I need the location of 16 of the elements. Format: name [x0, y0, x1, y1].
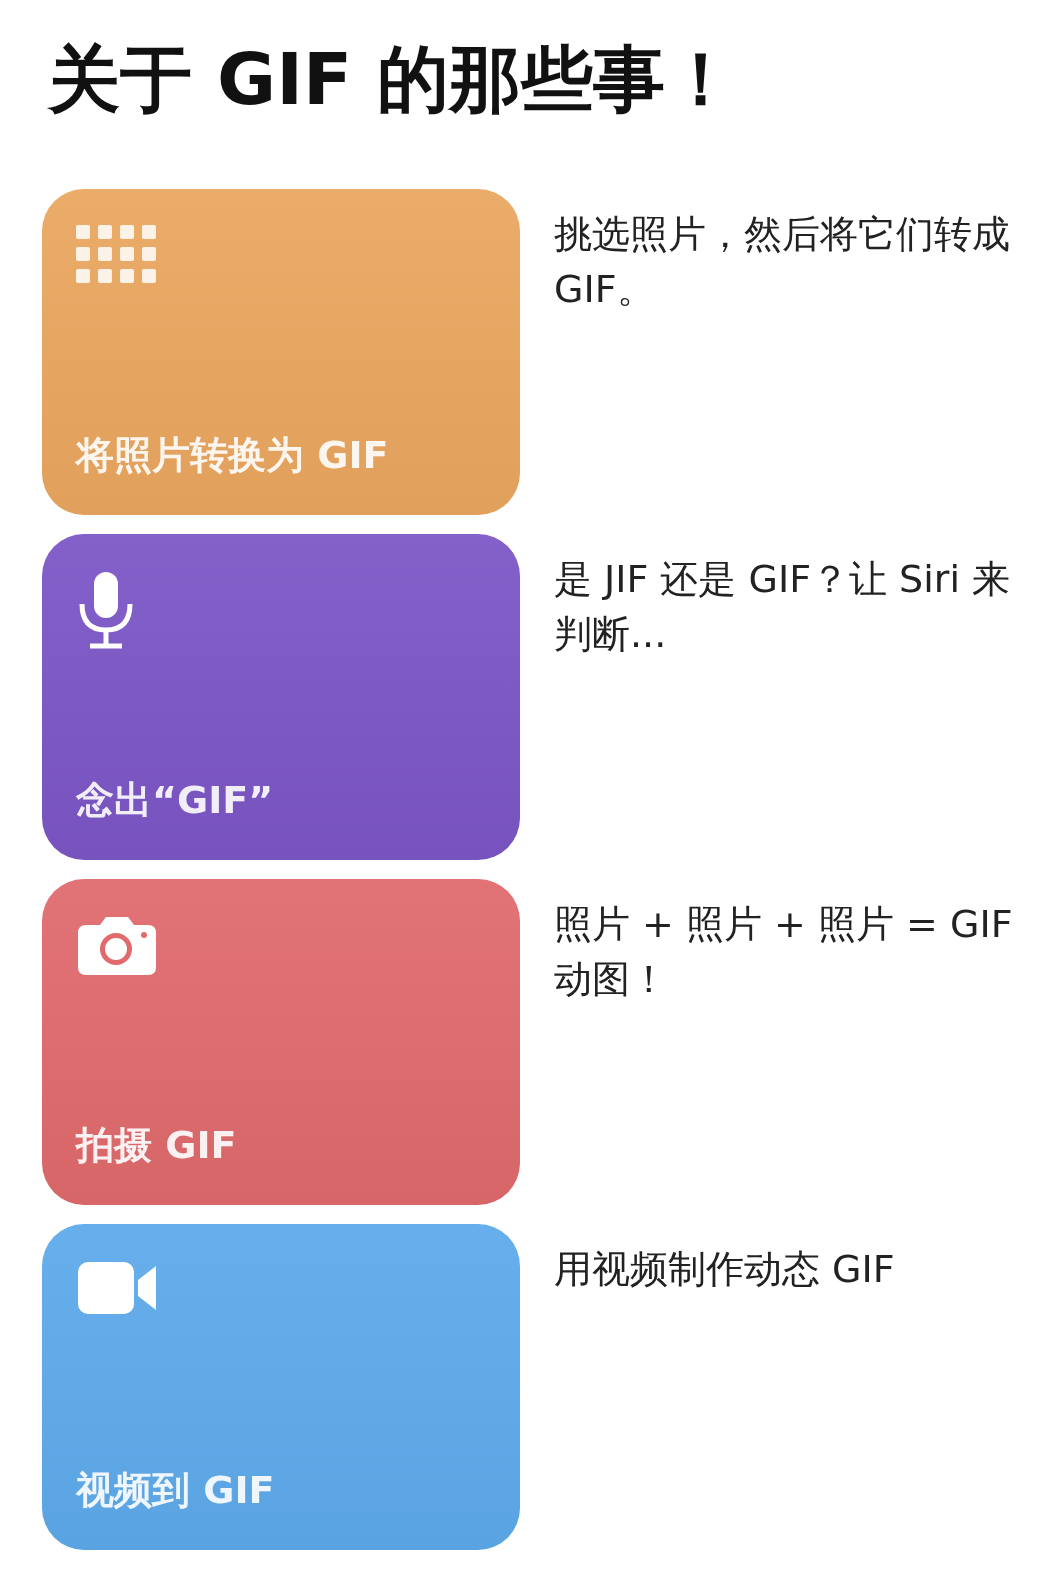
camera-icon — [76, 915, 158, 978]
shortcut-description: 挑选照片，然后将它们转成 GIF。 — [554, 211, 1011, 314]
video-camera-icon — [76, 1260, 158, 1317]
shortcut-card[interactable]: 念出“GIF” — [42, 534, 520, 861]
shortcut-card[interactable]: 将照片转换为 GIF — [42, 189, 520, 516]
shortcut-description: 用视频制作动态 GIF — [554, 1246, 896, 1294]
shortcut-card[interactable]: 视频到 GIF — [42, 1224, 520, 1551]
shortcut-title: 将照片转换为 GIF — [76, 432, 389, 480]
grid-icon — [76, 225, 158, 284]
shortcut-description: 是 JIF 还是 GIF？让 Siri 来判断... — [554, 556, 1012, 659]
shortcut-card[interactable]: 拍摄 GIF — [42, 879, 520, 1206]
page-title: 关于 GIF 的那些事！ — [48, 40, 739, 120]
shortcut-title: 念出“GIF” — [76, 777, 274, 825]
shortcut-title: 视频到 GIF — [76, 1467, 275, 1515]
shortcut-title: 拍摄 GIF — [76, 1122, 237, 1170]
shortcut-description: 照片 + 照片 + 照片 = GIF 动图！ — [554, 901, 1014, 1004]
